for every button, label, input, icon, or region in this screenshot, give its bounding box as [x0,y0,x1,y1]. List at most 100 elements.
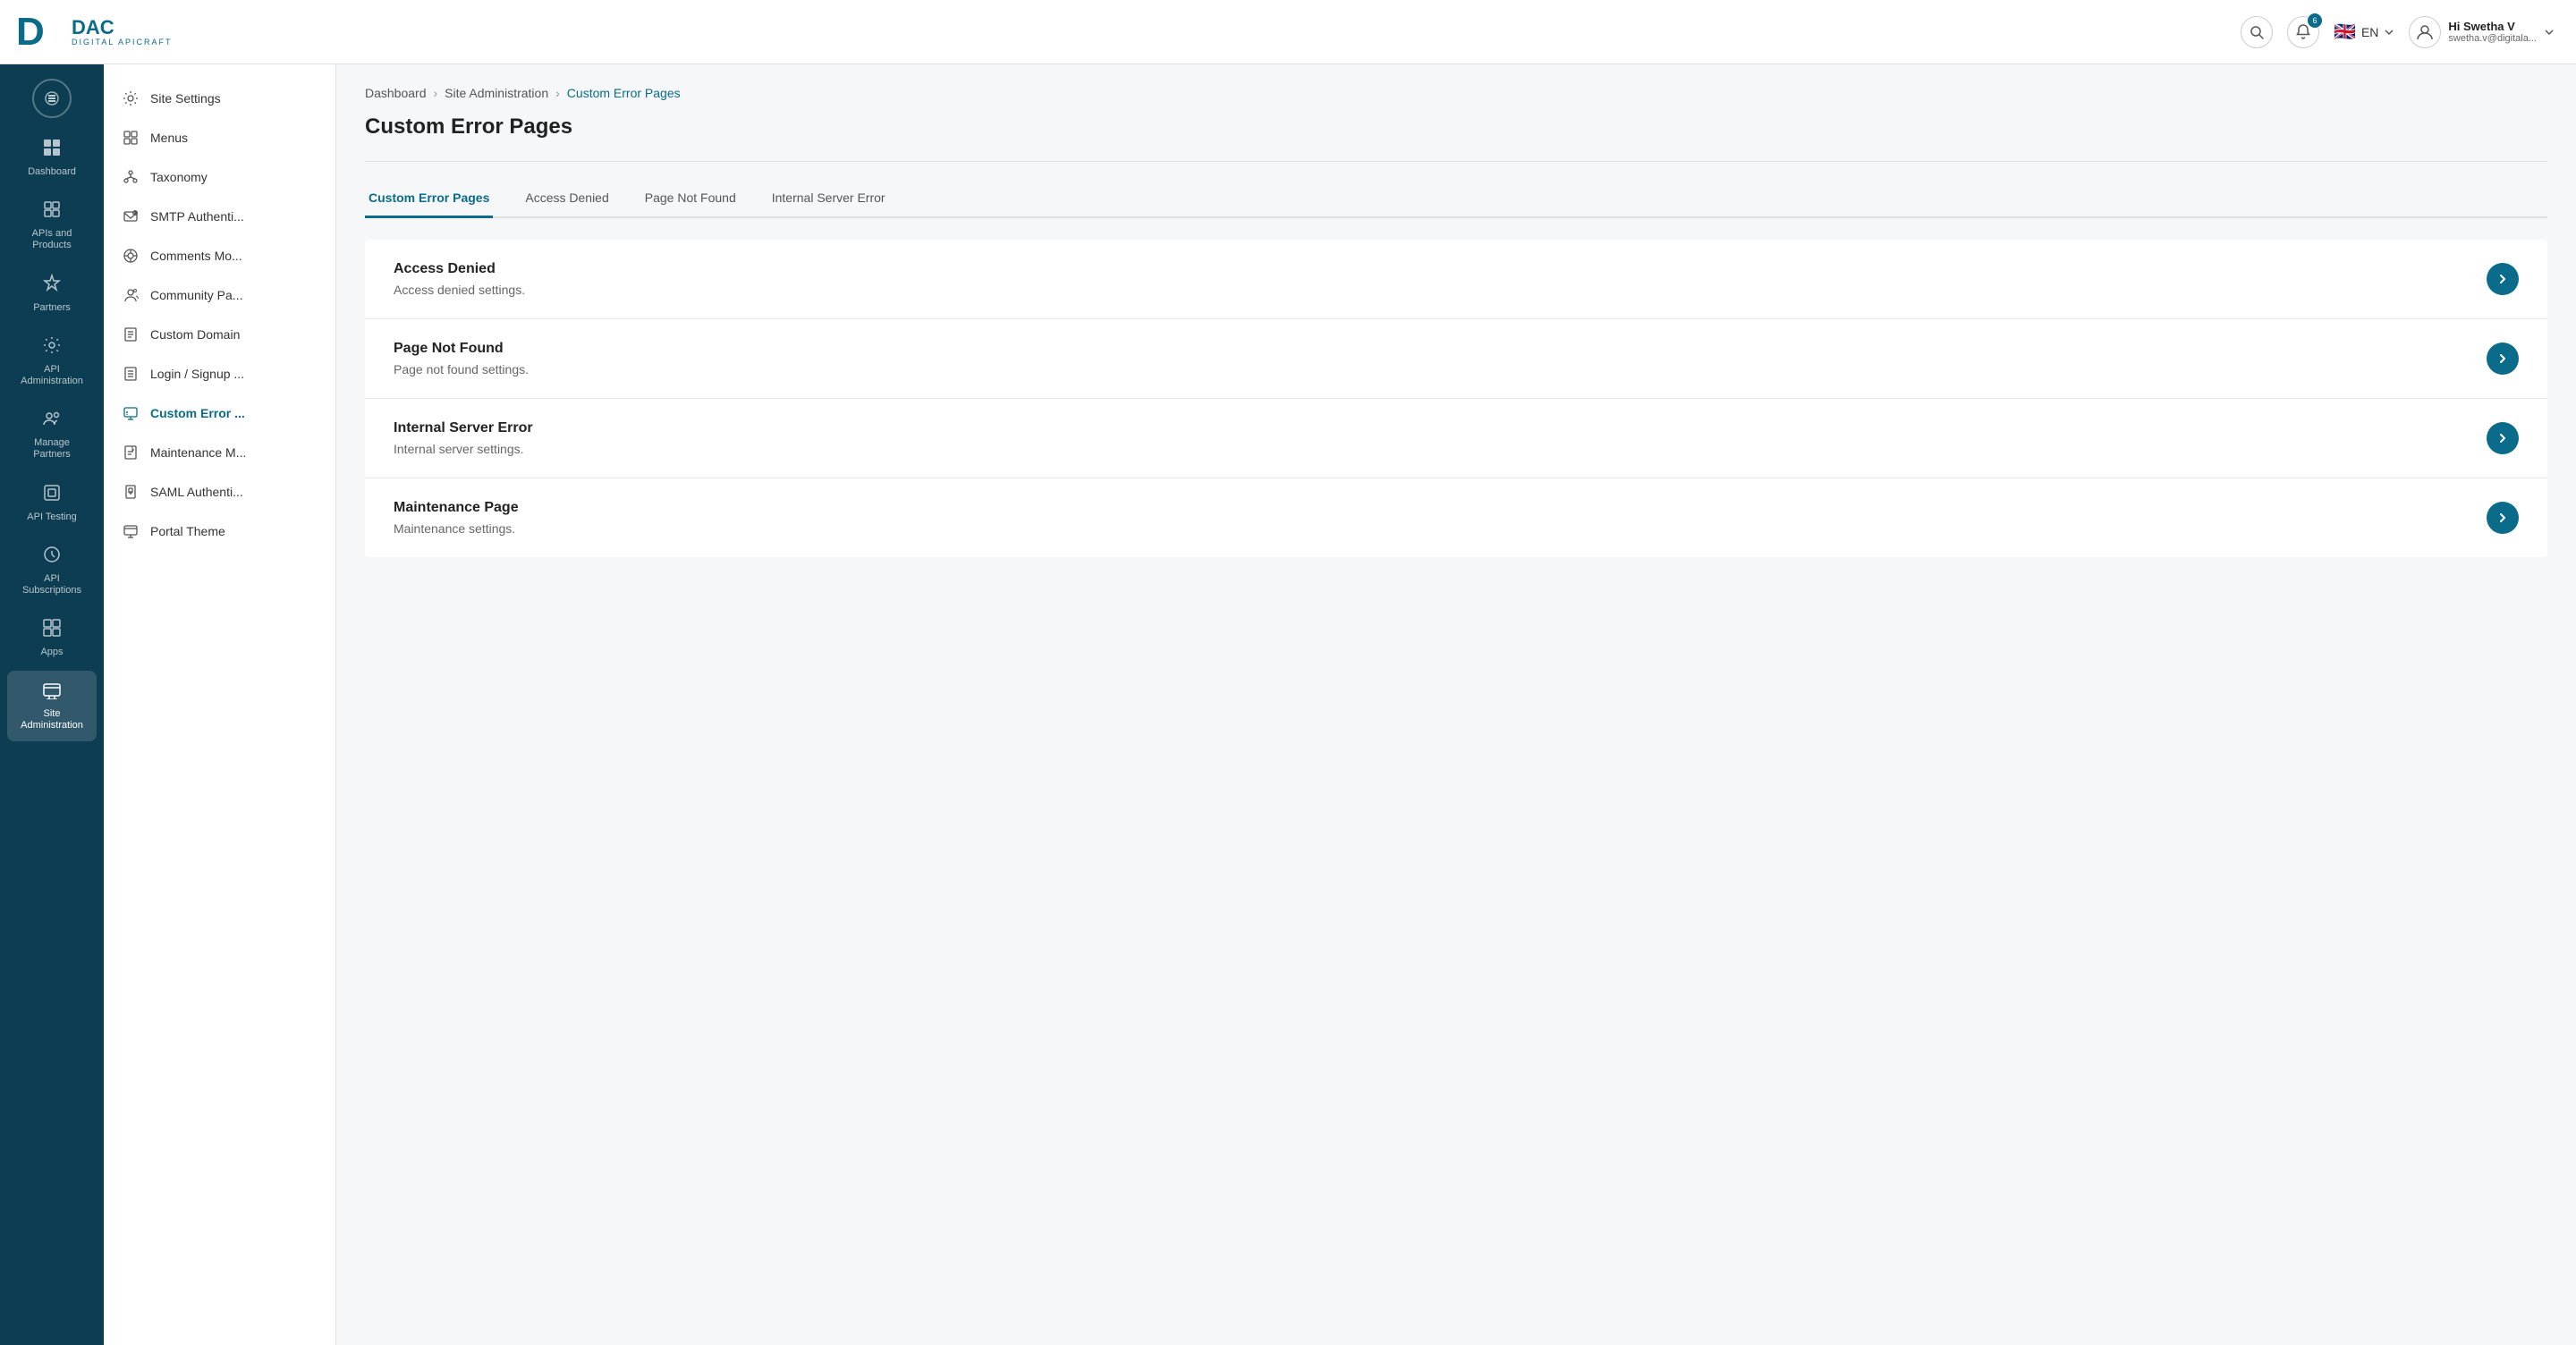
sidebar-item-api-testing[interactable]: API Testing [7,474,97,532]
error-card-maintenance[interactable]: Maintenance Page Maintenance settings. [365,478,2547,557]
page-not-found-chevron-button[interactable] [2487,343,2519,375]
sidebar-item-manage-partners[interactable]: Manage Partners [7,400,97,469]
notification-button[interactable]: 6 [2287,16,2319,48]
site-admin-icon [42,680,62,705]
sec-menu-portal-theme[interactable]: Portal Theme [104,512,335,551]
logo: D DAC DIGITAL APICRAFT [14,7,173,57]
error-card-internal-server-desc: Internal server settings. [394,442,533,456]
sec-label-saml: SAML Authenti... [150,485,243,499]
sidebar-item-api-admin[interactable]: API Administration [7,326,97,396]
svg-text:D: D [16,10,45,54]
sidebar-item-site-admin[interactable]: Site Administration [7,671,97,740]
error-card-internal-server[interactable]: Internal Server Error Internal server se… [365,399,2547,478]
sidebar-item-partners[interactable]: Partners [7,265,97,323]
sec-label-taxonomy: Taxonomy [150,170,208,184]
sidebar-label-api-testing: API Testing [27,512,76,523]
manage-partners-icon [42,409,62,434]
chevron-right-icon [2496,352,2509,365]
tab-page-not-found[interactable]: Page Not Found [641,180,740,218]
breadcrumb-current: Custom Error Pages [567,86,681,100]
error-card-page-not-found-desc: Page not found settings. [394,362,529,376]
api-testing-icon [42,483,62,508]
error-card-page-not-found[interactable]: Page Not Found Page not found settings. [365,319,2547,399]
sidebar-label-apps: Apps [40,647,63,658]
header-actions: 6 🇬🇧 EN Hi Swetha V swetha.v@digitala... [2241,16,2555,48]
tab-access-denied[interactable]: Access Denied [521,180,612,218]
sidebar-item-apis[interactable]: APIs and Products [7,190,97,260]
language-selector[interactable]: 🇬🇧 EN [2334,21,2394,43]
sec-menu-comments[interactable]: Comments Mo... [104,236,335,275]
maintenance-chevron-button[interactable] [2487,502,2519,534]
user-menu[interactable]: Hi Swetha V swetha.v@digitala... [2409,16,2555,48]
sec-label-site-settings: Site Settings [150,91,221,106]
sidebar-label-apis: APIs and Products [14,228,89,251]
comments-icon [122,247,140,265]
sec-menu-menus[interactable]: Menus [104,118,335,157]
portal-theme-icon [122,522,140,540]
user-chevron-icon [2544,27,2555,38]
sec-menu-community[interactable]: Community Pa... [104,275,335,315]
logo-sub: DIGITAL APICRAFT [72,38,173,47]
sidebar-item-api-subscriptions[interactable]: API Subscriptions [7,536,97,605]
sec-menu-saml[interactable]: SAML Authenti... [104,472,335,512]
maintenance-icon [122,444,140,461]
community-icon [122,286,140,304]
error-card-page-not-found-info: Page Not Found Page not found settings. [394,341,529,376]
sec-label-custom-error: Custom Error ... [150,406,245,420]
site-admin-svg [42,680,62,699]
sidebar-item-apps[interactable]: Apps [7,609,97,667]
title-divider [365,161,2547,162]
sidebar-item-dashboard[interactable]: Dashboard [7,129,97,187]
login-signup-icon [122,365,140,383]
error-card-access-denied[interactable]: Access Denied Access denied settings. [365,240,2547,319]
access-denied-chevron-button[interactable] [2487,263,2519,295]
breadcrumb-site-admin[interactable]: Site Administration [445,86,548,100]
error-card-page-not-found-title: Page Not Found [394,341,529,357]
api-admin-icon [42,335,62,360]
search-icon [2250,25,2264,39]
internal-server-chevron-button[interactable] [2487,422,2519,454]
error-card-internal-server-title: Internal Server Error [394,420,533,436]
apps-svg [42,618,62,638]
avatar [2409,16,2441,48]
breadcrumb: Dashboard › Site Administration › Custom… [365,86,2547,100]
sec-menu-taxonomy[interactable]: Taxonomy [104,157,335,197]
sec-label-comments: Comments Mo... [150,249,242,263]
sec-menu-login-signup[interactable]: Login / Signup ... [104,354,335,393]
sec-menu-custom-domain[interactable]: Custom Domain [104,315,335,354]
logo-icon: D [14,7,64,57]
sec-menu-maintenance[interactable]: Maintenance M... [104,433,335,472]
custom-domain-icon [122,326,140,343]
sidebar-label-site-admin: Site Administration [14,708,89,732]
partners-icon [42,274,62,299]
menus-icon [122,129,140,147]
dashboard-icon [42,138,62,163]
notification-badge: 6 [2308,13,2322,28]
custom-error-icon [122,404,140,422]
main-content: Dashboard › Site Administration › Custom… [336,64,2576,1345]
sec-menu-custom-error[interactable]: Custom Error ... [104,393,335,433]
sidebar-label-api-subscriptions: API Subscriptions [14,573,89,596]
apis-icon [42,199,62,224]
sec-label-custom-domain: Custom Domain [150,327,240,342]
left-sidebar: Dashboard APIs and Products Partners [0,64,104,1345]
error-cards-list: Access Denied Access denied settings. Pa… [365,240,2547,557]
smtp-icon: ! [122,207,140,225]
breadcrumb-sep-2: › [555,86,560,100]
flag-icon: 🇬🇧 [2334,21,2356,43]
sidebar-label-partners: Partners [33,302,71,314]
dashboard-svg [42,138,62,157]
breadcrumb-sep-1: › [434,86,438,100]
tab-custom-error-pages[interactable]: Custom Error Pages [365,180,493,218]
breadcrumb-dashboard[interactable]: Dashboard [365,86,427,100]
site-settings-icon [122,89,140,107]
manage-partners-svg [42,409,62,428]
chevron-right-icon [2496,512,2509,524]
menu-toggle-button[interactable] [32,79,72,118]
sec-menu-smtp[interactable]: ! SMTP Authenti... [104,197,335,236]
error-card-maintenance-title: Maintenance Page [394,500,519,516]
tab-internal-server-error[interactable]: Internal Server Error [768,180,889,218]
api-subscriptions-icon [42,545,62,570]
sec-menu-site-settings[interactable]: Site Settings [104,79,335,118]
search-button[interactable] [2241,16,2273,48]
